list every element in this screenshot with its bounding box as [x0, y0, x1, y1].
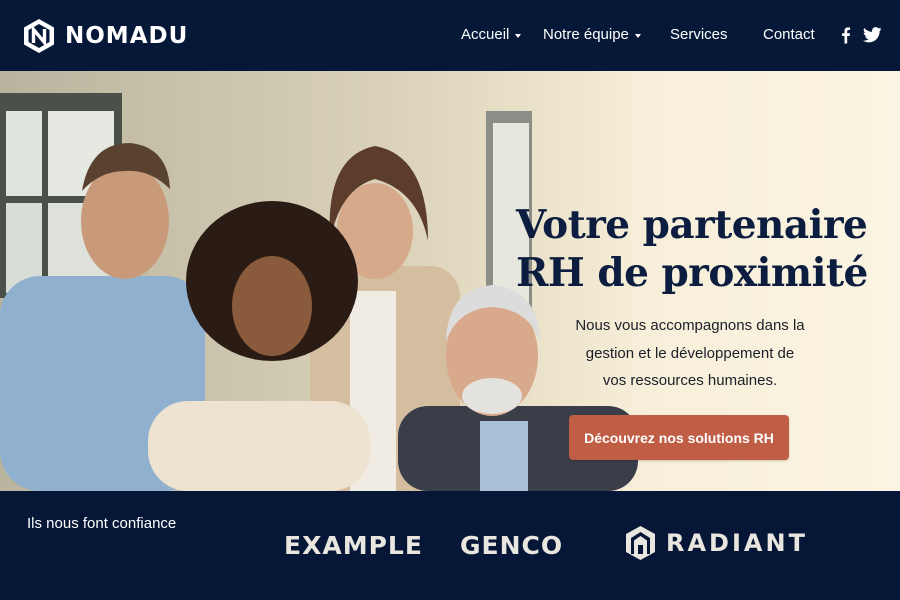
nav-item-label: Accueil: [461, 26, 510, 43]
nav-item-label: Services: [670, 26, 728, 43]
twitter-icon[interactable]: [863, 26, 882, 44]
facebook-icon[interactable]: [837, 26, 855, 44]
brand-name: NOMADU: [65, 23, 189, 49]
trust-label: Ils nous font confiance: [27, 515, 177, 532]
site-header: NOMADU Accueil Notre équipe Services Con…: [0, 0, 900, 71]
discover-solutions-button[interactable]: Découvrez nos solutions RH: [569, 415, 789, 460]
chevron-down-icon: [515, 33, 522, 38]
hero-title: Votre partenaire RH de proximité: [516, 201, 896, 297]
hexagon-n-logo-icon: [24, 19, 54, 53]
nav-item-contact[interactable]: Contact: [763, 26, 815, 43]
nav-item-label: Contact: [763, 26, 815, 43]
trust-section: Ils nous font confiance EXAMPLE GENCO RA…: [0, 491, 900, 600]
client-logo-genco: GENCO: [460, 531, 564, 560]
chevron-down-icon: [634, 33, 641, 38]
hero-subtitle: Nous vous accompagnons dans la gestion e…: [540, 312, 840, 395]
client-logo-radiant: RADIANT: [624, 525, 808, 561]
nav-item-services[interactable]: Services: [670, 26, 728, 43]
radiant-house-icon: [626, 526, 655, 560]
client-logo-label: RADIANT: [666, 529, 808, 557]
hero-subtitle-line: vos ressources humaines.: [602, 372, 778, 389]
nav-item-label: Notre équipe: [543, 26, 629, 43]
hero-title-line: Votre partenaire: [516, 202, 868, 248]
brand-logo[interactable]: NOMADU: [22, 18, 188, 54]
nav-item-accueil[interactable]: Accueil: [461, 26, 522, 43]
hero-subtitle-line: gestion et le développement de: [585, 344, 795, 362]
client-logo-example: EXAMPLE: [284, 531, 423, 560]
nav-item-notre-equipe[interactable]: Notre équipe: [543, 26, 641, 43]
hero-title-line: RH de proximité: [516, 250, 868, 296]
hero-subtitle-line: Nous vous accompagnons dans la: [575, 317, 805, 334]
